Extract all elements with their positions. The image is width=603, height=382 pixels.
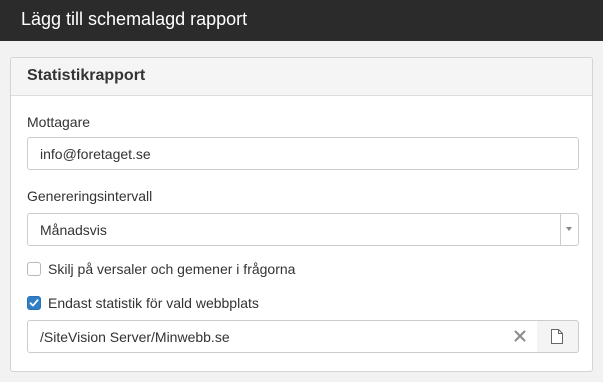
interval-label: Genereringsintervall [27, 188, 153, 204]
close-icon[interactable] [513, 329, 527, 343]
report-panel: Statistikrapport Mottagare info@foretage… [10, 57, 593, 372]
recipient-value: info@foretaget.se [40, 146, 151, 162]
recipient-input[interactable]: info@foretaget.se [27, 137, 579, 170]
chevron-down-icon [566, 227, 572, 231]
case-sensitive-label: Skilj på versaler och gemener i frågorna [48, 261, 296, 277]
interval-selected-value: Månadsvis [40, 222, 107, 238]
interval-select[interactable]: Månadsvis [27, 213, 579, 246]
site-path-value: /SiteVision Server/Minwebb.se [40, 329, 230, 345]
site-only-label: Endast statistik för vald webbplats [48, 295, 259, 311]
checkmark-icon [29, 299, 39, 307]
case-sensitive-checkbox[interactable] [27, 262, 41, 276]
browse-button[interactable] [537, 320, 579, 353]
recipient-label: Mottagare [27, 114, 91, 130]
panel-header: Statistikrapport [11, 58, 592, 96]
site-path-input[interactable]: /SiteVision Server/Minwebb.se [27, 320, 538, 353]
panel-title: Statistikrapport [27, 67, 146, 84]
site-only-checkbox[interactable] [27, 296, 41, 310]
file-icon [551, 329, 563, 344]
select-arrow-button[interactable] [560, 214, 578, 245]
dialog-title: Lägg till schemalagd rapport [21, 9, 248, 29]
dialog-titlebar: Lägg till schemalagd rapport [0, 0, 603, 41]
